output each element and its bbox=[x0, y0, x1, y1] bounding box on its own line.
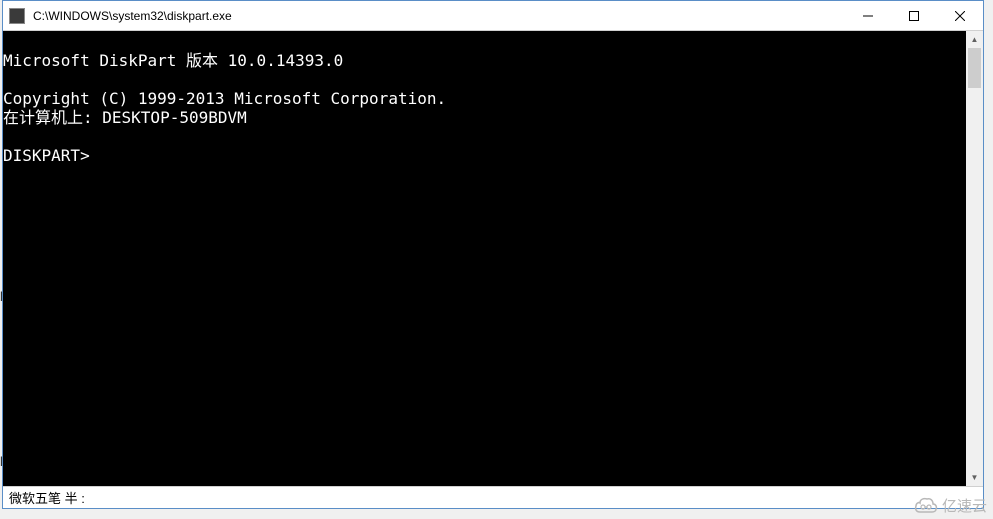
scroll-track[interactable] bbox=[966, 48, 983, 469]
console-output[interactable]: Microsoft DiskPart 版本 10.0.14393.0 Copyr… bbox=[3, 31, 966, 486]
window-title: C:\WINDOWS\system32\diskpart.exe bbox=[33, 9, 845, 23]
watermark-text: 亿速云 bbox=[942, 495, 987, 516]
ime-status-text: 微软五笔 半 : bbox=[9, 488, 85, 507]
scroll-down-arrow[interactable]: ▼ bbox=[966, 469, 983, 486]
console-prompt: DISKPART> bbox=[3, 146, 90, 165]
console-window: C:\WINDOWS\system32\diskpart.exe Microso… bbox=[2, 0, 984, 509]
watermark: 亿速云 bbox=[914, 495, 987, 516]
window-controls bbox=[845, 1, 983, 30]
scroll-thumb[interactable] bbox=[968, 48, 981, 88]
minimize-button[interactable] bbox=[845, 1, 891, 30]
console-line: Microsoft DiskPart 版本 10.0.14393.0 bbox=[3, 51, 343, 70]
console-line: Copyright (C) 1999-2013 Microsoft Corpor… bbox=[3, 89, 446, 108]
app-icon bbox=[9, 8, 25, 24]
scroll-up-arrow[interactable]: ▲ bbox=[966, 31, 983, 48]
maximize-button[interactable] bbox=[891, 1, 937, 30]
titlebar[interactable]: C:\WINDOWS\system32\diskpart.exe bbox=[3, 1, 983, 31]
cloud-icon bbox=[914, 496, 938, 516]
vertical-scrollbar[interactable]: ▲ ▼ bbox=[966, 31, 983, 486]
close-button[interactable] bbox=[937, 1, 983, 30]
console-area: Microsoft DiskPart 版本 10.0.14393.0 Copyr… bbox=[3, 31, 983, 486]
console-line: 在计算机上: DESKTOP-509BDVM bbox=[3, 108, 247, 127]
ime-status-bar: 微软五笔 半 : bbox=[3, 486, 983, 508]
